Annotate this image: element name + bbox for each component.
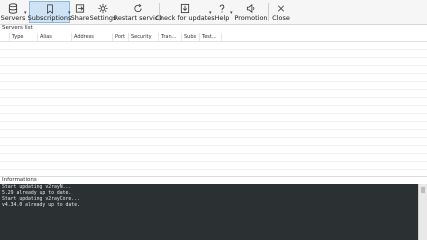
column-header-subs[interactable]: Subs bbox=[182, 33, 200, 41]
restart-service-button[interactable]: Restart service bbox=[114, 1, 162, 23]
check-updates-dropdown-icon[interactable]: ▾ bbox=[209, 10, 212, 16]
share-icon bbox=[75, 4, 85, 13]
gear-icon bbox=[98, 3, 108, 14]
promotion-label: Promotion bbox=[234, 14, 268, 22]
subscriptions-button[interactable]: Subscriptions bbox=[27, 1, 72, 23]
settings-button[interactable]: Settings bbox=[89, 1, 117, 23]
close-button[interactable]: Close bbox=[272, 1, 290, 23]
informations-label: Informations bbox=[2, 177, 37, 183]
servers-grid-header: Type Alias Address Port Security Tran...… bbox=[0, 33, 427, 42]
column-header-type[interactable]: Type bbox=[10, 33, 38, 41]
refresh-icon bbox=[134, 4, 142, 13]
servers-list-label: Servers list bbox=[2, 25, 33, 31]
question-icon bbox=[219, 4, 225, 13]
row-header-column[interactable] bbox=[0, 33, 10, 41]
help-button[interactable]: Help bbox=[214, 1, 230, 23]
speaker-icon bbox=[246, 3, 255, 14]
log-scrollbar[interactable] bbox=[418, 184, 427, 240]
servers-dropdown-icon[interactable]: ▾ bbox=[24, 10, 27, 16]
download-icon bbox=[180, 3, 190, 14]
help-dropdown-icon[interactable]: ▾ bbox=[230, 10, 233, 16]
servers-grid[interactable] bbox=[0, 42, 427, 176]
log-console[interactable]: Start updating v2rayN... 5.29 already up… bbox=[0, 184, 418, 240]
column-header-port[interactable]: Port bbox=[113, 33, 129, 41]
close-icon bbox=[277, 5, 285, 12]
column-header-security[interactable]: Security bbox=[129, 33, 159, 41]
toolbar: Servers ▾ Subscriptions ▾ Share Settings… bbox=[0, 0, 427, 25]
column-header-transport[interactable]: Tran... bbox=[159, 33, 182, 41]
help-label: Help bbox=[214, 14, 230, 22]
check-updates-label: Check for updates bbox=[155, 14, 215, 22]
column-header-test[interactable]: Test... bbox=[200, 33, 222, 41]
share-label: Share bbox=[70, 14, 90, 22]
toolbar-separator bbox=[268, 3, 269, 21]
check-updates-button[interactable]: Check for updates bbox=[155, 1, 215, 23]
promotion-button[interactable]: Promotion bbox=[234, 1, 268, 23]
bookmark-icon bbox=[46, 4, 53, 14]
log-line: v4.34.0 already up to date. bbox=[2, 203, 80, 208]
database-icon bbox=[8, 3, 18, 14]
servers-label: Servers bbox=[0, 14, 26, 22]
scrollbar-thumb[interactable] bbox=[421, 187, 425, 193]
column-header-address[interactable]: Address bbox=[72, 33, 113, 41]
share-button[interactable]: Share bbox=[71, 1, 89, 23]
subscriptions-label: Subscriptions bbox=[27, 14, 72, 22]
column-header-alias[interactable]: Alias bbox=[38, 33, 72, 41]
servers-button[interactable]: Servers bbox=[0, 1, 26, 23]
close-label: Close bbox=[272, 14, 290, 22]
panel-splitter[interactable] bbox=[0, 176, 427, 177]
settings-label: Settings bbox=[89, 14, 117, 22]
